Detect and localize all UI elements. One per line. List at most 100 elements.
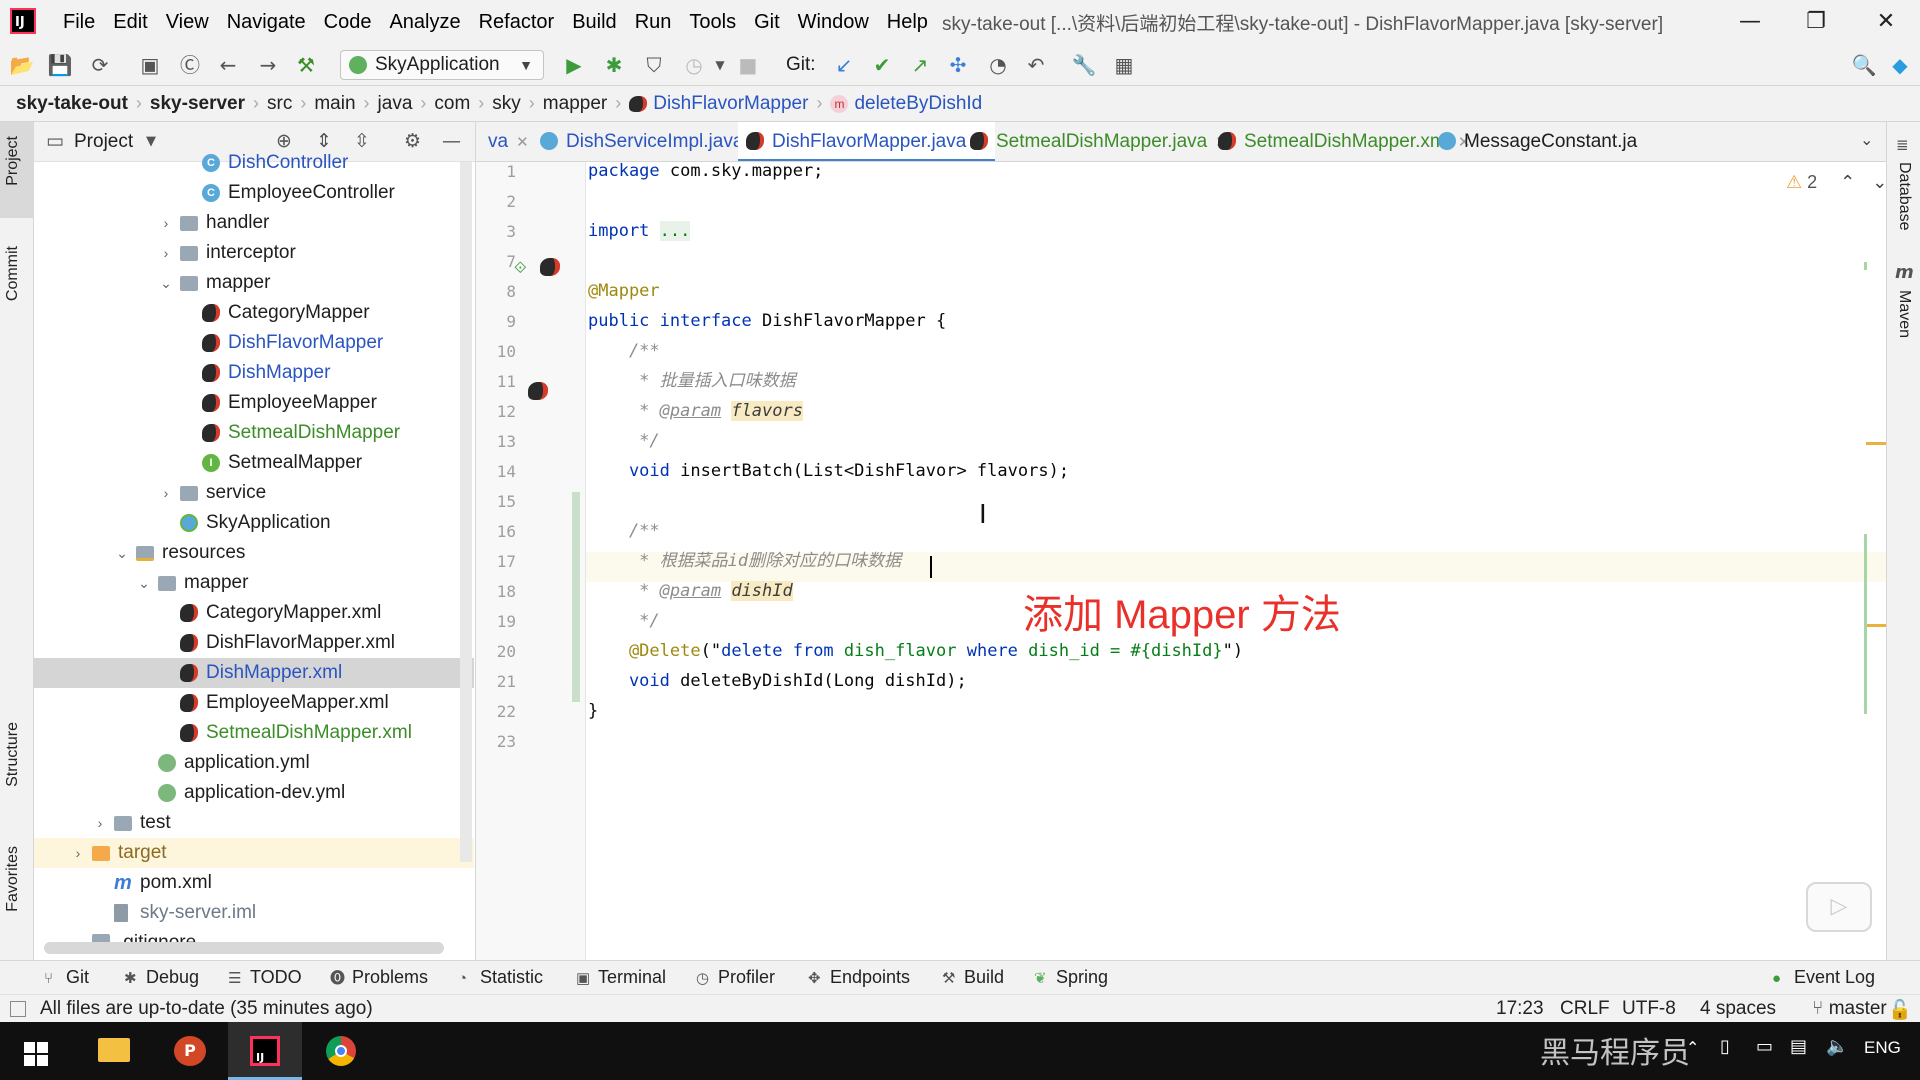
chevron-right-icon[interactable]: › [158,208,174,238]
breadcrumb-mapper[interactable]: mapper [543,93,607,115]
breadcrumb-com[interactable]: com [434,93,470,115]
tree-item[interactable]: I SetmealMapper [34,448,474,478]
event-log-tool-button[interactable]: ● Event Log [1772,967,1875,988]
tree-item[interactable]: ⌄ mapper [34,568,474,598]
breadcrumb-sky[interactable]: sky [492,93,521,115]
windows-start-icon[interactable] [0,1022,74,1080]
tree-item[interactable]: SkyApplication [34,508,474,538]
menu-navigate[interactable]: Navigate [218,11,315,34]
status-toggle-icon[interactable] [10,1001,26,1017]
warning-marker[interactable] [1866,442,1886,445]
line-number[interactable]: 20 [476,642,516,661]
project-tool-button[interactable]: Project [4,136,22,186]
tray-chevron-up-icon[interactable]: ⌃ [1686,1038,1699,1057]
settings-wrench-icon[interactable]: 🔧 [1070,51,1098,79]
menu-file[interactable]: File [54,11,104,34]
toolbox-icon[interactable]: ◆ [1886,51,1914,79]
debug-bug-icon[interactable]: ✱ [600,51,628,79]
code-line[interactable]: * 批量插入口味数据 [588,366,795,396]
editor-tab[interactable]: va ✕ [480,122,537,161]
problems-tool-button[interactable]: ⓿ Problems [330,967,428,988]
tree-item[interactable]: DishFlavorMapper [34,328,474,358]
tree-item[interactable]: › service [34,478,474,508]
breadcrumb-main[interactable]: main [314,93,355,115]
debug-tool-button[interactable]: ✱ Debug [124,967,199,988]
play-video-icon[interactable]: ▷ [1806,882,1872,932]
git-merge-icon[interactable]: ✣ [944,51,972,79]
project-structure-icon[interactable]: ▣ [136,51,164,79]
line-number[interactable]: 19 [476,612,516,631]
tree-item[interactable]: EmployeeMapper [34,388,474,418]
status-message[interactable]: All files are up-to-date (35 minutes ago… [40,998,373,1020]
menu-code[interactable]: Code [315,11,381,34]
tree-item[interactable]: CategoryMapper.xml [34,598,474,628]
class-icon[interactable]: Ⓒ [176,51,204,79]
tree-item[interactable]: SetmealDishMapper.xml [34,718,474,748]
tree-item[interactable]: C DishController [34,148,474,178]
tree-item[interactable]: DishFlavorMapper.xml [34,628,474,658]
menu-refactor[interactable]: Refactor [470,11,564,34]
line-number[interactable]: 1 [476,162,516,181]
close-tab-icon[interactable]: ✕ [508,134,529,151]
line-number[interactable]: 2 [476,192,516,211]
breadcrumb-project[interactable]: sky-take-out [16,93,128,115]
line-number[interactable]: 21 [476,672,516,691]
code-line[interactable]: @Delete("delete from dish_flavor where d… [588,636,1243,666]
code-line[interactable]: void insertBatch(List<DishFlavor> flavor… [588,456,1069,486]
implementation-gutter-icon[interactable]: ⟐ [514,258,527,278]
code-line[interactable]: public interface DishFlavorMapper { [588,306,946,336]
code-line[interactable]: */ [588,426,659,456]
breadcrumb-java[interactable]: java [378,93,413,115]
code-line[interactable]: * @param flavors [588,396,803,426]
code-line[interactable]: * @param dishId [588,576,793,606]
editor-tab[interactable]: MessageConstant.ja [1430,122,1645,161]
powerpoint-icon[interactable]: P [152,1022,226,1080]
tray-network-icon[interactable]: ▤ [1790,1036,1807,1057]
line-number[interactable]: 13 [476,432,516,451]
run-configuration-select[interactable]: SkyApplication ▼ [340,50,544,80]
endpoints-tool-button[interactable]: ✥ Endpoints [808,967,910,988]
breadcrumb-method[interactable]: deleteByDishId [854,93,982,115]
line-number[interactable]: 16 [476,522,516,541]
stop-icon[interactable]: ■ [734,51,762,79]
tree-item[interactable]: C EmployeeController [34,178,474,208]
back-icon[interactable]: ← [214,51,242,79]
git-tool-button[interactable]: ⑂ Git [44,967,89,988]
code-line[interactable]: void deleteByDishId(Long dishId); [588,666,967,696]
code-editor[interactable]: 1 2 3 7 8 9 10 11 12 13 14 15 16 17 18 19 20 21 22 23 packa… [476,161,1886,960]
git-update-icon[interactable]: ↙ [830,51,858,79]
menu-view[interactable]: View [157,11,218,34]
chevron-down-icon[interactable]: ⌄ [136,568,152,598]
tree-item[interactable]: sky-server.iml [34,898,474,928]
tree-item[interactable]: CategoryMapper [34,298,474,328]
git-push-icon[interactable]: ↗ [906,51,934,79]
chevron-down-icon[interactable]: ▼ [146,134,156,149]
code-area[interactable]: package com.sky.mapper; import ... @Mapper… [586,161,1886,960]
git-commit-icon[interactable]: ✔ [868,51,896,79]
tree-item[interactable]: › interceptor [34,238,474,268]
sync-icon[interactable]: ⟳ [86,51,114,79]
line-number[interactable]: 11 [476,372,516,391]
line-number[interactable]: 7 [476,252,516,271]
breadcrumb-interface[interactable]: DishFlavorMapper [653,93,808,115]
structure-tool-button[interactable]: Structure [4,722,22,787]
tree-horizontal-scrollbar[interactable] [44,942,444,954]
line-separator[interactable]: CRLF [1560,998,1610,1020]
code-line[interactable]: @Mapper [588,276,660,306]
code-line[interactable]: /** [588,516,660,546]
tree-item[interactable]: EmployeeMapper.xml [34,688,474,718]
commit-tool-button[interactable]: Commit [4,246,22,301]
build-tool-button[interactable]: ⚒ Build [942,967,1004,988]
line-number[interactable]: 18 [476,582,516,601]
build-hammer-icon[interactable]: ⚒ [292,51,320,79]
lock-icon[interactable]: 🔓 [1888,998,1912,1022]
forward-icon[interactable]: → [254,51,282,79]
menu-window[interactable]: Window [789,11,878,34]
tree-item[interactable]: DishMapper [34,358,474,388]
tree-item[interactable]: DishMapper.xml [34,658,474,688]
tree-scrollbar[interactable] [460,162,472,862]
chevron-down-icon[interactable]: ▼ [706,51,734,79]
line-number[interactable]: 10 [476,342,516,361]
menu-run[interactable]: Run [626,11,681,34]
restore-button[interactable]: ❐ [1786,6,1846,38]
